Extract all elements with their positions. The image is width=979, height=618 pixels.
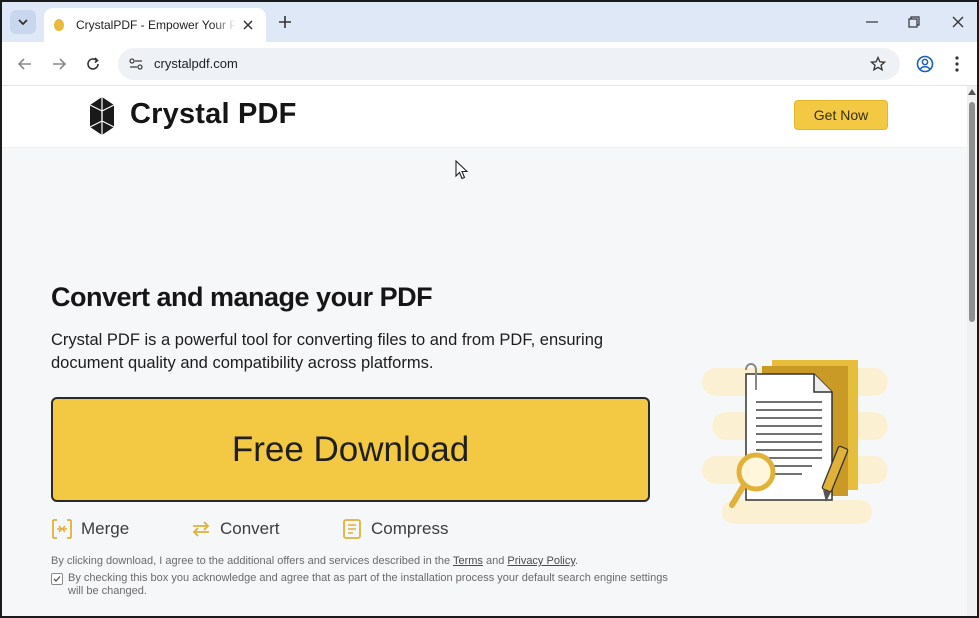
feature-label: Convert <box>220 519 280 538</box>
compress-icon <box>341 518 363 540</box>
url-text[interactable]: crystalpdf.com <box>154 56 238 71</box>
convert-icon <box>190 518 212 540</box>
browser-toolbar: crystalpdf.com <box>2 42 977 86</box>
privacy-policy-link[interactable]: Privacy Policy <box>507 555 575 567</box>
profile-icon <box>916 55 934 73</box>
close-tab-icon[interactable] <box>240 17 256 33</box>
reload-icon <box>87 57 99 70</box>
browser-window: CrystalPDF - Empower Your PDF crystalpdf… <box>0 0 979 618</box>
page-scrollbar[interactable] <box>967 86 977 616</box>
feature-label: Compress <box>371 519 449 538</box>
tab-title: CrystalPDF - Empower Your PDF <box>76 18 236 32</box>
site-header: Crystal PDF Get Now <box>2 86 967 148</box>
plus-icon <box>279 16 291 28</box>
legal-prefix: By clicking download, I agree to the add… <box>51 555 453 567</box>
brand-name: Crystal PDF <box>130 98 297 130</box>
terms-link[interactable]: Terms <box>453 555 483 567</box>
forward-button[interactable] <box>48 53 70 75</box>
tab-search-button[interactable] <box>10 10 36 34</box>
search-settings-consent: By checking this box you acknowledge and… <box>51 572 681 598</box>
legal-notice: By clicking download, I agree to the add… <box>51 555 681 568</box>
chevron-down-icon <box>18 19 28 26</box>
site-info-icon[interactable] <box>126 54 146 74</box>
arrow-left-icon <box>18 58 31 70</box>
bookmark-star-icon[interactable] <box>868 54 888 74</box>
get-now-button[interactable]: Get Now <box>794 100 888 130</box>
mouse-cursor-icon <box>455 160 469 180</box>
document-magnifier-illustration <box>702 360 888 524</box>
restore-button[interactable] <box>903 12 925 32</box>
feature-label: Merge <box>81 519 130 538</box>
active-tab[interactable]: CrystalPDF - Empower Your PDF <box>44 8 266 42</box>
close-window-button[interactable] <box>947 12 969 32</box>
arrow-right-icon <box>53 58 66 70</box>
consent-checkbox[interactable] <box>51 573 63 585</box>
feature-convert: Convert <box>190 516 280 542</box>
free-download-button[interactable]: Free Download <box>51 397 650 502</box>
profile-button[interactable] <box>914 53 936 75</box>
reload-button[interactable] <box>82 53 104 75</box>
legal-and: and <box>482 555 508 567</box>
checkmark-icon <box>53 576 61 582</box>
minimize-icon <box>866 21 878 23</box>
merge-icon <box>51 518 73 540</box>
back-button[interactable] <box>14 53 36 75</box>
browser-menu-button[interactable] <box>948 53 966 75</box>
consent-text: By checking this box you acknowledge and… <box>68 572 668 597</box>
crystal-favicon-icon <box>54 19 64 31</box>
minimize-button[interactable] <box>861 12 883 32</box>
restore-icon <box>908 16 920 28</box>
feature-merge: Merge <box>51 516 129 542</box>
new-tab-button[interactable] <box>274 11 296 33</box>
crystal-logo-icon <box>89 97 115 135</box>
scroll-up-arrow-icon[interactable] <box>968 89 976 95</box>
scroll-thumb[interactable] <box>969 102 975 322</box>
feature-compress: Compress <box>341 516 448 542</box>
hero-description: Crystal PDF is a powerful tool for conve… <box>51 331 604 372</box>
tab-strip: CrystalPDF - Empower Your PDF <box>2 2 977 42</box>
page-viewport: Crystal PDF Get Now Convert and manage y… <box>2 86 977 616</box>
close-icon <box>952 16 964 28</box>
hero-title: Convert and manage your PDF <box>51 282 433 312</box>
more-vertical-icon <box>955 56 959 72</box>
address-bar[interactable]: crystalpdf.com <box>118 48 900 80</box>
legal-suffix: . <box>575 555 579 567</box>
